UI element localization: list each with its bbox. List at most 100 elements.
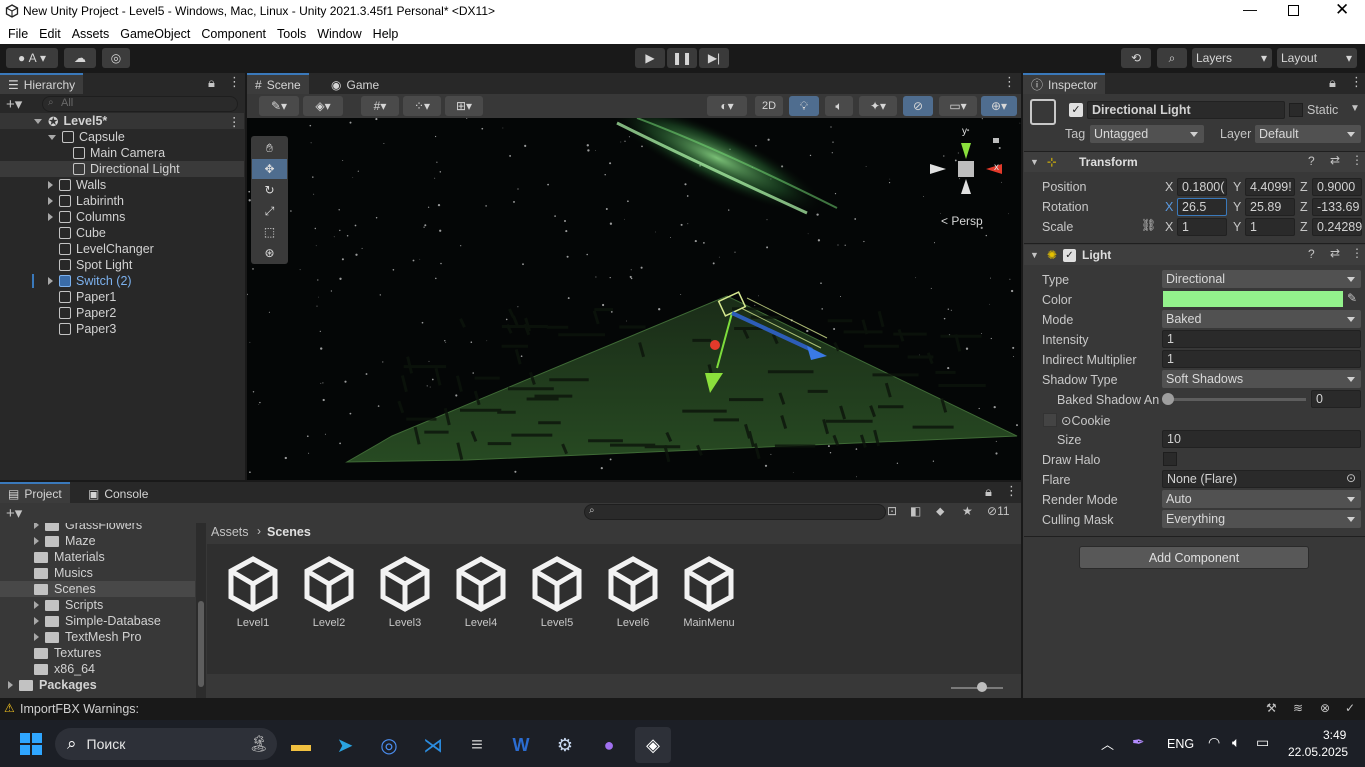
- menu-edit[interactable]: Edit: [39, 27, 61, 41]
- hierarchy-search-input[interactable]: ⌕ All: [42, 96, 238, 112]
- static-checkbox[interactable]: [1289, 103, 1303, 117]
- position-x-field[interactable]: 0.1800(: [1177, 178, 1227, 196]
- add-icon[interactable]: +▾: [6, 504, 22, 522]
- transform-tool-icon[interactable]: ⊛: [252, 243, 287, 263]
- project-folder-item[interactable]: Materials: [0, 549, 195, 565]
- pen-icon[interactable]: ✒: [1132, 733, 1145, 751]
- mode-dropdown[interactable]: Baked: [1162, 310, 1361, 328]
- more-menu-icon[interactable]: ⋮: [1005, 483, 1018, 499]
- scene-asset[interactable]: MainMenu: [679, 556, 739, 629]
- rotation-x-field[interactable]: 26.5: [1177, 198, 1227, 216]
- cache-icon[interactable]: ⚒: [1266, 701, 1277, 715]
- hierarchy-item[interactable]: Paper3: [0, 321, 244, 337]
- network-icon[interactable]: ⊗: [1320, 701, 1330, 715]
- clock-date[interactable]: 22.05.2025: [1288, 745, 1348, 759]
- breadcrumb-assets[interactable]: Assets: [211, 525, 249, 539]
- language-indicator[interactable]: ENG: [1167, 737, 1194, 751]
- baked-shadow-slider[interactable]: [1166, 398, 1306, 401]
- expand-icon[interactable]: [34, 617, 39, 625]
- gizmos-button[interactable]: ⊕▾: [981, 96, 1017, 116]
- type-filter-icon[interactable]: ◧: [910, 504, 921, 518]
- baked-shadow-field[interactable]: 0: [1311, 390, 1361, 408]
- menu-window[interactable]: Window: [317, 27, 361, 41]
- project-folder-item[interactable]: Scripts: [0, 597, 195, 613]
- hierarchy-item[interactable]: Switch (2): [0, 273, 244, 289]
- size-field[interactable]: 10: [1162, 430, 1361, 448]
- rotation-z-field[interactable]: -133.69: [1312, 198, 1362, 216]
- project-folder-item[interactable]: Packages: [0, 677, 195, 693]
- minimize-icon[interactable]: —: [1243, 1, 1257, 17]
- type-dropdown[interactable]: Directional: [1162, 270, 1361, 288]
- scale-tool-icon[interactable]: ⤢: [252, 201, 287, 221]
- scene-asset[interactable]: Level1: [223, 556, 283, 629]
- hierarchy-item[interactable]: Capsule: [0, 129, 244, 145]
- shading-button[interactable]: ◈▾: [303, 96, 343, 116]
- menu-gameobject[interactable]: GameObject: [120, 27, 190, 41]
- grid-button[interactable]: #▾: [361, 96, 399, 116]
- unity-icon[interactable]: ◈: [635, 727, 671, 763]
- render-mode-dropdown[interactable]: Auto: [1162, 490, 1361, 508]
- hidden-packages-toggle[interactable]: ⊘11: [987, 504, 1010, 518]
- flare-field[interactable]: None (Flare): [1162, 470, 1361, 488]
- scene-asset[interactable]: Level6: [603, 556, 663, 629]
- project-folder-item[interactable]: GrassFlowers: [0, 523, 195, 533]
- search-button[interactable]: ⌕: [1157, 48, 1187, 68]
- expand-icon[interactable]: [48, 181, 53, 189]
- collab-button[interactable]: ◎: [102, 48, 130, 68]
- more-menu-icon[interactable]: ⋮: [228, 74, 241, 90]
- link-icon[interactable]: ⛓: [1141, 218, 1156, 232]
- draw-mode-button[interactable]: ✎▾: [259, 96, 299, 116]
- draw-halo-checkbox[interactable]: [1163, 452, 1177, 466]
- audio-toggle[interactable]: 🔈︎: [825, 96, 853, 116]
- search-filter-icon[interactable]: ⊡: [887, 504, 897, 518]
- checkmark-icon[interactable]: ✓: [1345, 701, 1355, 715]
- hierarchy-item[interactable]: Paper1: [0, 289, 244, 305]
- chevron-up-icon[interactable]: ︿: [1101, 734, 1114, 753]
- menu-file[interactable]: File: [8, 27, 28, 41]
- play-button[interactable]: ▶: [635, 48, 665, 68]
- tab-game[interactable]: ◉ Game: [323, 73, 387, 94]
- rotate-tool-icon[interactable]: ↻: [252, 180, 287, 200]
- menu-assets[interactable]: Assets: [72, 27, 110, 41]
- hierarchy-item[interactable]: Cube: [0, 225, 244, 241]
- more-menu-icon[interactable]: ⋮: [228, 114, 241, 129]
- color-swatch[interactable]: [1163, 291, 1343, 307]
- collapse-icon[interactable]: [48, 134, 56, 140]
- project-search-input[interactable]: ⌕: [584, 504, 886, 520]
- menu-tools[interactable]: Tools: [277, 27, 306, 41]
- hierarchy-item[interactable]: Columns: [0, 209, 244, 225]
- favorite-icon[interactable]: ★: [962, 504, 973, 518]
- add-component-button[interactable]: Add Component: [1079, 546, 1309, 569]
- expand-icon[interactable]: [34, 601, 39, 609]
- lighting-toggle[interactable]: 💡︎: [789, 96, 819, 116]
- volume-icon[interactable]: 🔈︎: [1232, 734, 1240, 751]
- expand-icon[interactable]: [34, 523, 39, 529]
- layers-dropdown[interactable]: Layers ▾: [1192, 48, 1272, 68]
- light-enabled-checkbox[interactable]: ✓: [1062, 248, 1076, 262]
- render-mode-button[interactable]: ◐▾: [707, 96, 747, 116]
- expand-icon[interactable]: [48, 213, 53, 221]
- tab-project[interactable]: ▤ Project: [0, 482, 70, 503]
- file-explorer-icon[interactable]: ▬: [283, 727, 319, 763]
- position-y-field[interactable]: 4.4099!: [1245, 178, 1295, 196]
- tab-hierarchy[interactable]: ☰ Hierarchy: [0, 73, 84, 94]
- scale-x-field[interactable]: 1: [1177, 218, 1227, 236]
- object-name-field[interactable]: Directional Light: [1087, 101, 1285, 119]
- pause-button[interactable]: ❚❚: [667, 48, 697, 68]
- restore-icon[interactable]: [1288, 5, 1299, 16]
- scene-viewport[interactable]: y x < Persp ✋︎ ✥ ↻ ⤢ ⬚ ⊛: [247, 118, 1021, 480]
- expand-icon[interactable]: [8, 681, 13, 689]
- database-icon[interactable]: ≡: [459, 727, 495, 763]
- more-menu-icon[interactable]: ⋮: [1351, 153, 1363, 167]
- expand-icon[interactable]: [48, 277, 53, 285]
- tag-dropdown[interactable]: Untagged: [1090, 125, 1204, 143]
- position-z-field[interactable]: 0.9000: [1312, 178, 1362, 196]
- hierarchy-item[interactable]: Labirinth: [0, 193, 244, 209]
- hierarchy-item[interactable]: Directional Light: [0, 161, 244, 177]
- close-icon[interactable]: ✕: [1335, 0, 1349, 20]
- wifi-icon[interactable]: ◠: [1208, 734, 1220, 751]
- rect-tool-icon[interactable]: ⬚: [252, 222, 287, 242]
- steam-icon[interactable]: ⚙: [547, 727, 583, 763]
- active-checkbox[interactable]: ✓: [1069, 103, 1083, 117]
- account-button[interactable]: ● A ▾: [6, 48, 58, 68]
